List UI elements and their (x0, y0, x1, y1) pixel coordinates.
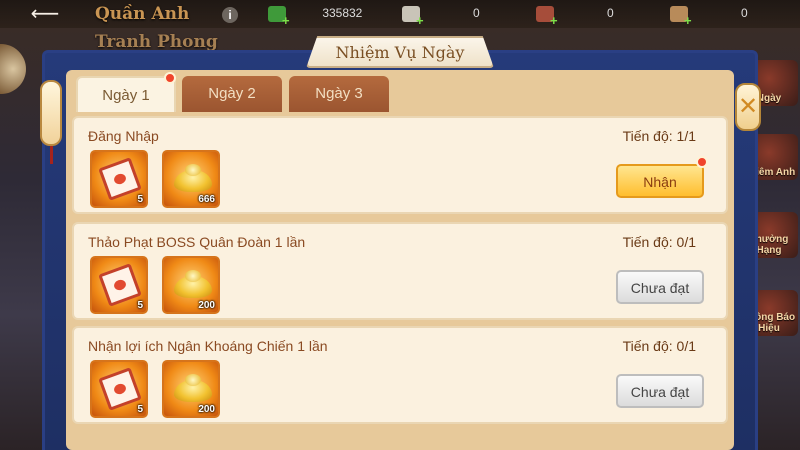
resource-value: 0 (607, 6, 614, 20)
back-button[interactable]: ⟵ (22, 2, 68, 26)
task-row: Đăng Nhập Tiến độ: 1/1 5 666 Nhận (72, 116, 728, 214)
gold-ingot-icon (174, 270, 212, 298)
task-title: Nhận lợi ích Ngân Khoáng Chiến 1 lần (88, 338, 328, 354)
reward-item[interactable]: 5 (90, 256, 148, 314)
incomplete-button[interactable]: Chưa đạt (616, 270, 704, 304)
gold-ingot-icon (174, 164, 212, 192)
task-row: Nhận lợi ích Ngân Khoáng Chiến 1 lần Tiế… (72, 326, 728, 424)
reward-item[interactable]: 5 (90, 150, 148, 208)
reward-item[interactable]: 5 (90, 360, 148, 418)
resource-scroll-red: + 0 (536, 2, 655, 28)
task-title: Đăng Nhập (88, 128, 159, 144)
scroll-icon (98, 263, 142, 307)
scroll-icon (98, 367, 142, 411)
task-progress: Tiến độ: 0/1 (622, 234, 696, 250)
add-scroll-red-icon[interactable]: + (550, 10, 558, 32)
tab-day-2[interactable]: Ngày 2 (182, 76, 282, 112)
resource-scroll: + 0 (402, 2, 521, 28)
reward-item[interactable]: 200 (162, 256, 220, 314)
tab-day-1[interactable]: Ngày 1 (76, 76, 176, 112)
event-subtitle: Tranh Phong (95, 32, 218, 52)
task-progress: Tiến độ: 1/1 (622, 128, 696, 144)
reward-count: 5 (137, 404, 143, 415)
claim-button[interactable]: Nhận (616, 164, 704, 198)
resource-value: 335832 (322, 6, 363, 20)
reward-item[interactable]: 666 (162, 150, 220, 208)
add-ticket-icon[interactable]: + (684, 10, 692, 32)
notification-dot (164, 72, 176, 84)
event-title: Quần Anh (95, 4, 190, 24)
reward-count: 5 (137, 300, 143, 311)
add-jade-icon[interactable]: + (282, 10, 290, 32)
task-title: Thảo Phạt BOSS Quân Đoàn 1 lần (88, 234, 306, 250)
scroll-icon (98, 157, 142, 201)
reward-count: 200 (198, 404, 215, 415)
reward-count: 666 (198, 194, 215, 205)
resource-jade: + 335832 (268, 2, 387, 28)
close-button[interactable]: ✕ (735, 83, 761, 131)
task-row: Thảo Phạt BOSS Quân Đoàn 1 lần Tiến độ: … (72, 222, 728, 320)
reward-count: 200 (198, 300, 215, 311)
info-icon[interactable]: i (222, 7, 238, 23)
top-bar: ⟵ Quần Anh i + 335832 + 0 + 0 + 0 (0, 0, 800, 28)
panel-title: Nhiệm Vụ Ngày (306, 36, 494, 68)
left-lantern-icon (40, 80, 62, 164)
resource-value: 0 (473, 6, 480, 20)
task-progress: Tiến độ: 0/1 (622, 338, 696, 354)
reward-count: 5 (137, 194, 143, 205)
add-scroll-icon[interactable]: + (416, 10, 424, 32)
notification-dot (696, 156, 708, 168)
reward-item[interactable]: 200 (162, 360, 220, 418)
tab-day-3[interactable]: Ngày 3 (289, 76, 389, 112)
gold-ingot-icon (174, 374, 212, 402)
incomplete-button[interactable]: Chưa đạt (616, 374, 704, 408)
